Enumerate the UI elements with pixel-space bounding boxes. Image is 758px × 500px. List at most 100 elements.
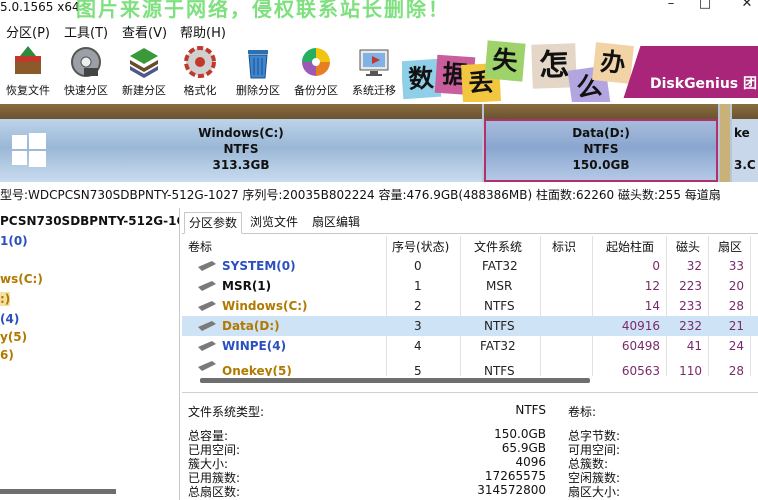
partition-panel: 分区参数 浏览文件 扇区编辑 卷标 序号(状态) 文件系统 标识 起始柱面 磁头… <box>182 208 758 500</box>
row-index: 4 <box>414 339 422 353</box>
column-header-fs[interactable]: 文件系统 <box>474 238 522 255</box>
tree-partition-winpe[interactable]: (4) <box>0 312 19 326</box>
volume-label: 卷标: <box>568 405 597 419</box>
fs-type-label: 文件系统类型: <box>188 405 265 419</box>
partition-onekey-size: 3.C <box>734 158 756 172</box>
drive-icon <box>198 261 216 271</box>
partition-d-fs: NTFS <box>583 142 619 156</box>
new-partition-button[interactable]: 新建分区 <box>116 42 172 100</box>
title-bar: 5.0.1565 x64 图片来源于网络，侵权联系站长删除！ – □ ✕ <box>0 0 758 21</box>
backup-partition-button[interactable]: 备份分区 <box>288 42 344 100</box>
row-cylinder: 60498 <box>621 339 660 353</box>
row-index: 5 <box>414 364 422 376</box>
row-sector: 21 <box>728 319 744 333</box>
partition-details: 文件系统类型: NTFS 卷标: 总容量: 150.0GB 已用空间: 65.9… <box>182 392 758 500</box>
maximize-button[interactable]: □ <box>698 0 712 11</box>
row-sector: 24 <box>728 339 744 353</box>
menu-help[interactable]: 帮助(H) <box>180 22 226 41</box>
table-row[interactable]: Onekey(5) 5 NTFS 60563 110 28 <box>182 356 758 376</box>
drive-icon <box>198 301 216 311</box>
row-cylinder: 0 <box>652 259 660 273</box>
row-head: 223 <box>679 279 702 293</box>
partition-d-name: Data(D:) <box>572 126 630 140</box>
tab-sector-edit[interactable]: 扇区编辑 <box>308 212 364 234</box>
menu-tools[interactable]: 工具(T) <box>64 22 108 41</box>
format-button[interactable]: 格式化 <box>172 42 228 100</box>
row-head: 233 <box>679 299 702 313</box>
recover-file-button[interactable]: 恢复文件 <box>0 42 56 100</box>
row-index: 3 <box>414 319 422 333</box>
row-label: Data(D:) <box>222 319 280 333</box>
column-header-head[interactable]: 磁头 <box>676 238 700 255</box>
row-cylinder: 12 <box>644 279 660 293</box>
tab-browse-files[interactable]: 浏览文件 <box>246 212 302 234</box>
row-label: Windows(C:) <box>222 299 308 313</box>
menu-view[interactable]: 查看(V) <box>122 22 167 41</box>
partition-block-onekey[interactable]: ke 3.C <box>732 104 758 182</box>
drive-icon <box>198 321 216 331</box>
tab-partition-params[interactable]: 分区参数 <box>184 212 243 234</box>
tree-partition-system[interactable]: 1(0) <box>0 234 28 248</box>
tree-disk-node[interactable]: PCSN730SDBPNTY-512G-1C <box>0 214 179 228</box>
partition-block-c[interactable]: Windows(C:) NTFS 313.3GB <box>0 104 482 182</box>
row-label: MSR(1) <box>222 279 272 293</box>
delete-partition-button[interactable]: 删除分区 <box>230 42 286 100</box>
partition-table: 卷标 序号(状态) 文件系统 标识 起始柱面 磁头 扇区 SYSTEM(0) 0… <box>182 236 758 376</box>
table-row[interactable]: WINPE(4) 4 FAT32 60498 41 24 <box>182 336 758 356</box>
detail-total-sectors-label: 总扇区数: <box>188 485 241 499</box>
row-fs: NTFS <box>484 364 515 376</box>
drive-icon <box>198 341 216 351</box>
quick-partition-label: 快速分区 <box>64 84 108 97</box>
row-cylinder: 60563 <box>621 364 660 376</box>
drive-icon <box>198 281 216 291</box>
table-row[interactable]: Windows(C:) 2 NTFS 14 233 28 <box>182 296 758 316</box>
new-partition-label: 新建分区 <box>122 84 166 97</box>
row-fs: NTFS <box>484 299 515 313</box>
row-head: 110 <box>679 364 702 376</box>
disk-tree: PCSN730SDBPNTY-512G-1C 1(0) ws(C:) :) (4… <box>0 208 180 500</box>
table-row[interactable]: MSR(1) 1 MSR 12 223 20 <box>182 276 758 296</box>
row-label: SYSTEM(0) <box>222 259 296 273</box>
drive-icon <box>198 361 216 371</box>
tree-partition-data[interactable]: :) <box>0 292 11 306</box>
tree-horizontal-scrollbar[interactable] <box>0 489 116 494</box>
table-row[interactable]: SYSTEM(0) 0 FAT32 0 32 33 <box>182 256 758 276</box>
quick-partition-button[interactable]: 快速分区 <box>58 42 114 100</box>
promo-banner[interactable]: 数 据 丢 失 怎 么 办 DiskGenius 团 <box>402 40 758 102</box>
disk-info-line: 型号:WDCPCSN730SDBPNTY-512G-1027 序列号:20035… <box>0 188 721 202</box>
tree-partition-windows[interactable]: ws(C:) <box>0 272 43 286</box>
row-cylinder: 14 <box>644 299 660 313</box>
column-header-id[interactable]: 标识 <box>552 238 576 255</box>
column-header-start-cylinder[interactable]: 起始柱面 <box>606 238 654 255</box>
close-button[interactable]: ✕ <box>740 0 754 11</box>
column-header-label[interactable]: 卷标 <box>188 238 212 255</box>
minimize-button[interactable]: – <box>664 0 678 11</box>
new-partition-icon <box>130 48 158 78</box>
row-cylinder: 40916 <box>621 319 660 333</box>
row-fs: FAT32 <box>482 259 518 273</box>
partition-c-size: 313.3GB <box>212 158 270 172</box>
tree-partition-onekey[interactable]: y(5) <box>0 330 27 344</box>
column-header-index[interactable]: 序号(状态) <box>392 238 449 255</box>
partition-block-d[interactable]: Data(D:) NTFS 150.0GB <box>484 104 718 182</box>
row-index: 0 <box>414 259 422 273</box>
recover-file-label: 恢复文件 <box>6 84 50 97</box>
system-migrate-button[interactable]: 系统迁移 <box>346 42 402 100</box>
recover-file-icon <box>15 46 41 74</box>
menu-partition[interactable]: 分区(P) <box>6 22 50 41</box>
table-row-selected[interactable]: Data(D:) 3 NTFS 40916 232 21 <box>182 316 758 336</box>
detail-used-clusters-value: 17265575 <box>484 469 546 483</box>
format-icon <box>184 46 216 78</box>
detail-total-capacity-value: 150.0GB <box>494 427 546 441</box>
column-header-sector[interactable]: 扇区 <box>718 238 742 255</box>
banner-char-7: 办 <box>592 42 634 84</box>
partition-onekey-name: ke <box>734 126 750 140</box>
menu-bar: 分区(P) 工具(T) 查看(V) 帮助(H) <box>0 19 758 41</box>
table-horizontal-scrollbar[interactable] <box>200 378 590 383</box>
window-title: 5.0.1565 x64 <box>0 0 80 14</box>
tree-partition-6[interactable]: 6) <box>0 348 14 362</box>
partition-block-winpe[interactable] <box>720 104 730 182</box>
row-head: 41 <box>686 339 702 353</box>
row-head: 32 <box>686 259 702 273</box>
toolbar: 恢复文件 快速分区 新建分区 格式化 删除分区 备份分区 系统迁移 <box>0 42 400 100</box>
